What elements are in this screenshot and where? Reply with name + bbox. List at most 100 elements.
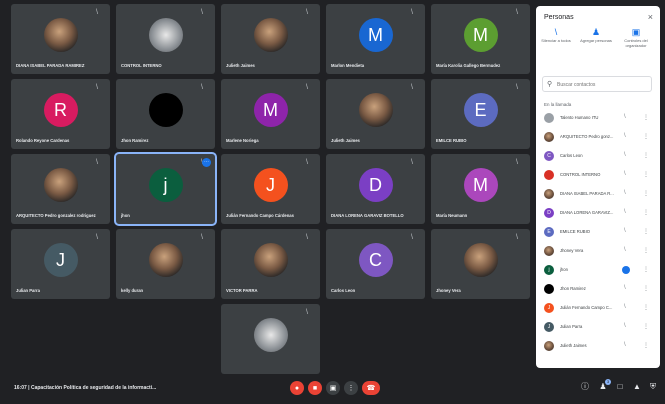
mic-off-icon[interactable]: \ [624, 285, 626, 291]
person-list-item[interactable]: J Julián Fernando Campo C... \ ⋮ [536, 302, 660, 314]
person-list-item[interactable]: CONTROL INTERNO \ ⋮ [536, 169, 660, 181]
person-name: Jhoney Vera [560, 248, 584, 253]
participant-tile[interactable]: M María Karolia Gallego Bermudez [431, 4, 530, 74]
close-icon[interactable]: × [648, 12, 653, 22]
participant-tile[interactable] [221, 304, 320, 374]
participant-tile[interactable]: M María Neumann [431, 154, 530, 224]
participant-tile[interactable]: D DIANA LORENA GARAVIZ BOTELLO [326, 154, 425, 224]
more-options-icon[interactable]: ⋮ [643, 304, 649, 311]
participant-tile[interactable]: R Rolando Reyone Cardenas [11, 79, 110, 149]
person-list-item[interactable]: Jhon Ramirez \ ⋮ [536, 283, 660, 295]
participant-tile[interactable]: E EMILCE RUBIO [431, 79, 530, 149]
person-list-item[interactable]: ARQUITECTO Pedro gonz... \ ⋮ [536, 131, 660, 143]
more-options-button[interactable]: ⋮ [344, 381, 358, 395]
person-avatar [544, 341, 554, 351]
participant-tile[interactable]: J Julian Parra [11, 229, 110, 299]
mic-off-icon[interactable]: \ [624, 304, 626, 310]
participant-avatar: C [358, 243, 393, 277]
mic-off-icon[interactable]: \ [624, 190, 626, 196]
participant-tile[interactable]: DIANA ISABEL PARADA RAMIREZ [11, 4, 110, 74]
person-list-item[interactable]: Julieth Jaimes \ ⋮ [536, 340, 660, 352]
participant-tile[interactable]: kelly duran [116, 229, 215, 299]
participant-tile[interactable]: Julieth Jaimes [221, 4, 320, 74]
mic-off-icon[interactable]: \ [624, 114, 626, 120]
person-name: Julieth Jaimes [560, 343, 587, 348]
more-options-icon[interactable]: ⋮ [643, 228, 649, 235]
mic-off-icon[interactable]: \ [624, 228, 626, 234]
host-controls-button[interactable]: ▣ Controles del organizador [618, 26, 654, 48]
participant-name: Julieth Jaimes [226, 63, 255, 68]
participant-avatar [358, 93, 393, 127]
more-options-icon[interactable]: ⋮ [643, 209, 649, 216]
more-options-icon[interactable]: ⋮ [643, 285, 649, 292]
participant-name: María Karolia Gallego Bermudez [436, 63, 501, 68]
participant-avatar: M [463, 18, 498, 52]
participant-tile[interactable]: VICTOR PARRA [221, 229, 320, 299]
person-name: ARQUITECTO Pedro gonz... [560, 134, 614, 139]
search-input[interactable] [557, 80, 647, 89]
participant-avatar [148, 18, 183, 52]
person-list-item[interactable]: E EMILCE RUBIO \ ⋮ [536, 226, 660, 238]
participant-avatar: D [358, 168, 393, 202]
more-options-icon[interactable]: ⋮ [643, 342, 649, 349]
mic-off-icon[interactable]: \ [624, 247, 626, 253]
participant-tile[interactable]: ARQUITECTO Pedro gonzalez rodriguez [11, 154, 110, 224]
person-list-item[interactable]: DIANA ISABEL PARADA R... \ ⋮ [536, 188, 660, 200]
hang-up-button[interactable]: ☎ [362, 381, 380, 395]
person-name: DIANA LORENA GARAVIZ... [560, 210, 614, 215]
mic-off-icon[interactable]: \ [624, 133, 626, 139]
chat-icon[interactable]: □ [615, 382, 625, 392]
person-avatar [544, 284, 554, 294]
more-options-icon[interactable]: ⋮ [643, 190, 649, 197]
person-list-item[interactable]: Jhoney Vera \ ⋮ [536, 245, 660, 257]
mic-off-icon [516, 84, 522, 91]
participant-avatar [148, 243, 183, 277]
mic-off-button[interactable]: ● [290, 381, 304, 395]
participant-tile[interactable]: Julieth Jaimes [326, 79, 425, 149]
panel-title: Personas [544, 14, 574, 21]
participant-name: kelly duran [121, 288, 144, 293]
participant-tile[interactable]: CONTROL INTERNO [116, 4, 215, 74]
mic-off-icon[interactable]: \ [624, 152, 626, 158]
more-options-icon[interactable]: ⋮ [643, 171, 649, 178]
people-icon[interactable]: ♟ 3 [598, 379, 611, 392]
participant-tile[interactable]: M Marlene Noriega [221, 79, 320, 149]
mute-all-button[interactable]: \ Silenciar a todos [538, 26, 574, 43]
more-options-icon[interactable]: ⋮ [643, 266, 649, 273]
more-options-icon[interactable]: ⋮ [643, 133, 649, 140]
person-list-item[interactable]: j jhon ⋮ [536, 264, 660, 276]
participant-tile[interactable]: j jhon ⋯ [114, 152, 217, 226]
more-options-icon[interactable]: ⋮ [643, 152, 649, 159]
person-list-item[interactable]: J Julian Parra \ ⋮ [536, 321, 660, 333]
participant-tile[interactable]: C Carlos Leon [326, 229, 425, 299]
mic-off-icon[interactable]: \ [624, 209, 626, 215]
activities-icon[interactable]: ▲ [632, 382, 642, 392]
mic-off-icon[interactable]: \ [624, 342, 626, 348]
participant-avatar [43, 168, 78, 202]
camera-off-button[interactable]: ■ [308, 381, 322, 395]
mic-off-icon [516, 9, 522, 16]
participant-tile[interactable]: M Marlon Mendieta [326, 4, 425, 74]
participant-tile[interactable]: Jhon Ramirez [116, 79, 215, 149]
more-options-icon[interactable]: ⋮ [643, 323, 649, 330]
mic-off-icon[interactable]: \ [624, 171, 626, 177]
mic-off-icon[interactable]: \ [624, 323, 626, 329]
more-options-icon[interactable]: ⋮ [643, 247, 649, 254]
shield-icon[interactable]: ⛨ [648, 382, 658, 392]
more-options-icon[interactable]: ⋮ [643, 114, 649, 121]
captions-button[interactable]: ▣ [326, 381, 340, 395]
person-avatar [544, 170, 554, 180]
person-list-item[interactable]: D DIANA LORENA GARAVIZ... \ ⋮ [536, 207, 660, 219]
person-list-item[interactable]: Talento Humano ITU \ ⋮ [536, 112, 660, 124]
tile-options-icon[interactable]: ⋯ [202, 158, 211, 167]
person-avatar: J [544, 303, 554, 313]
participant-tile[interactable]: J Julián Fernando Campo Cárdenas [221, 154, 320, 224]
participant-avatar: M [253, 93, 288, 127]
add-people-label: Agregar personas [580, 38, 612, 43]
person-list-item[interactable]: C Carlos Leon \ ⋮ [536, 150, 660, 162]
info-icon[interactable]: ⓘ [580, 382, 590, 392]
person-avatar: C [544, 151, 554, 161]
participant-tile[interactable]: Jhoney Vera [431, 229, 530, 299]
add-people-button[interactable]: ♟ Agregar personas [578, 26, 614, 43]
mic-off-icon [411, 84, 417, 91]
